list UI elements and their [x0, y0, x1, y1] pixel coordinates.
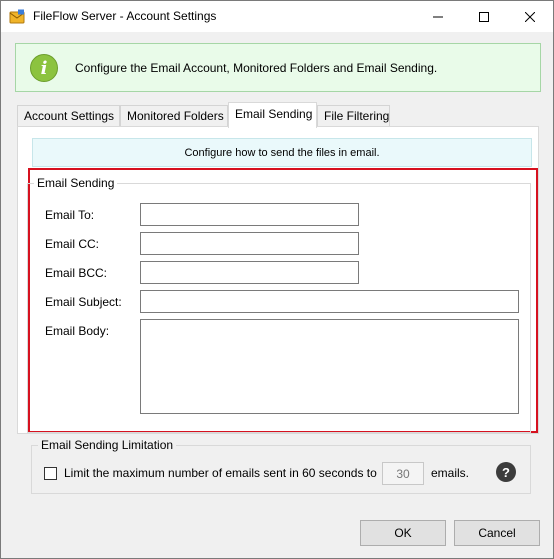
limit-checkbox-label[interactable]: Limit the maximum number of emails sent …: [64, 466, 377, 480]
email-body-label: Email Body:: [45, 324, 110, 338]
settings-window: FileFlow Server - Account Settings i Con…: [0, 0, 554, 559]
info-icon: i: [30, 54, 58, 82]
minimize-button[interactable]: [415, 1, 461, 32]
email-cc-label: Email CC:: [45, 237, 100, 251]
envelope-app-icon: [9, 9, 25, 24]
maximize-icon: [479, 11, 489, 22]
email-bcc-input[interactable]: [140, 261, 359, 284]
close-icon: [525, 11, 535, 22]
panel-description: Configure how to send the files in email…: [32, 138, 532, 167]
email-sending-group-label: Email Sending: [34, 176, 118, 190]
tab-email-sending[interactable]: Email Sending: [228, 102, 317, 128]
limit-suffix: emails.: [431, 466, 470, 480]
email-limit-group: Email Sending Limitation Limit the maxim…: [31, 438, 531, 494]
email-body-textarea[interactable]: [140, 319, 519, 414]
window-title: FileFlow Server - Account Settings: [33, 9, 217, 23]
max-emails-input[interactable]: [382, 462, 424, 485]
cancel-button[interactable]: Cancel: [454, 520, 540, 546]
email-limit-group-label: Email Sending Limitation: [38, 438, 177, 452]
ok-button[interactable]: OK: [360, 520, 446, 546]
maximize-button[interactable]: [461, 1, 507, 32]
email-bcc-label: Email BCC:: [45, 266, 108, 280]
info-banner: i Configure the Email Account, Monitored…: [15, 43, 541, 92]
close-button[interactable]: [507, 1, 553, 32]
email-cc-input[interactable]: [140, 232, 359, 255]
banner-text: Configure the Email Account, Monitored F…: [75, 61, 438, 75]
email-subject-label: Email Subject:: [45, 295, 122, 309]
help-icon[interactable]: ?: [496, 462, 516, 482]
email-to-input[interactable]: [140, 203, 359, 226]
minimize-icon: [433, 16, 443, 17]
tab-file-filtering[interactable]: File Filtering: [317, 105, 390, 127]
title-bar[interactable]: FileFlow Server - Account Settings: [1, 1, 553, 32]
email-subject-input[interactable]: [140, 290, 519, 313]
email-to-label: Email To:: [45, 208, 95, 222]
limit-checkbox[interactable]: [44, 467, 57, 480]
tab-monitored-folders[interactable]: Monitored Folders: [120, 105, 228, 127]
tab-account-settings[interactable]: Account Settings: [17, 105, 120, 127]
